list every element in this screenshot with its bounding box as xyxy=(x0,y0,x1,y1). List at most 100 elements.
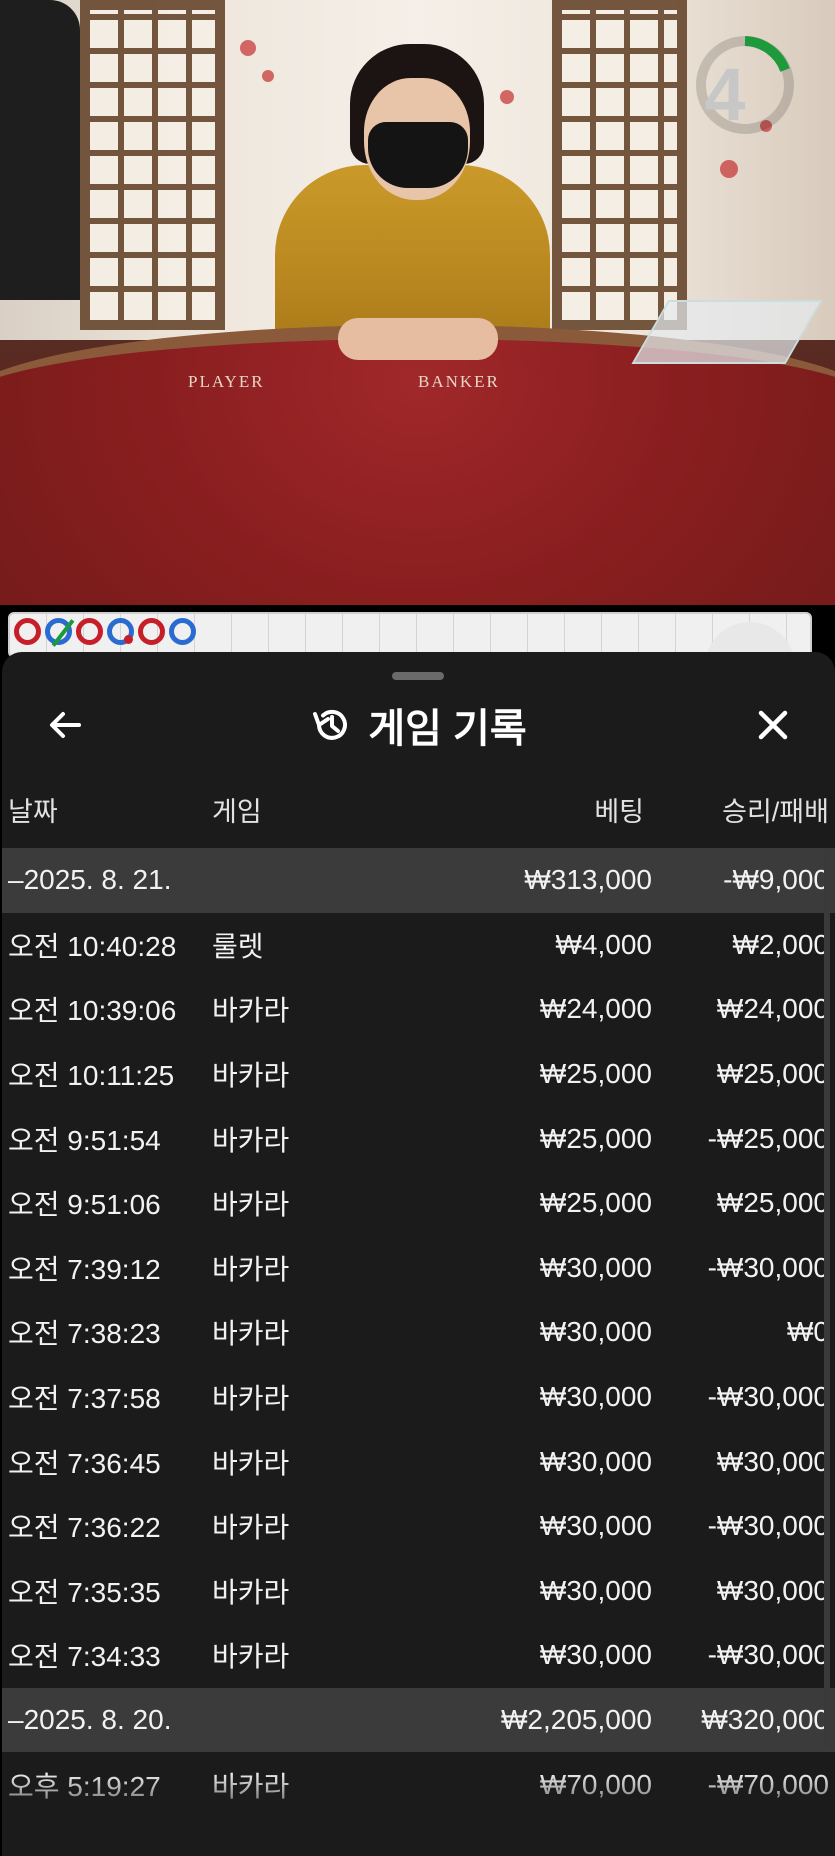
road-result-red xyxy=(138,618,165,645)
cell-date: 오전 7:39:12 xyxy=(8,1253,161,1285)
lattice-screen-left xyxy=(80,0,225,330)
history-row: 오전 7:36:45 바카라 ₩30,000 ₩30,000 xyxy=(2,1429,835,1494)
history-row: 오전 10:11:25 바카라 ₩25,000 ₩25,000 xyxy=(2,1042,835,1107)
game-history-sheet: 게임 기록 날짜 게임 베팅 승리/패배 –2025. 8. 21. ₩313,0… xyxy=(2,652,835,1856)
cell-bet: ₩30,000 xyxy=(539,1510,652,1542)
cell-game: 바카라 xyxy=(212,1318,290,1350)
cell-bet: ₩30,000 xyxy=(539,1316,652,1348)
cell-bet: ₩30,000 xyxy=(539,1639,652,1671)
road-result-red xyxy=(76,618,103,645)
history-scrollbar[interactable] xyxy=(824,848,830,1748)
cell-result: ₩25,000 xyxy=(716,1058,829,1090)
column-header-result: 승리/패배 xyxy=(722,797,829,827)
date-group-row[interactable]: –2025. 8. 21. ₩313,000 -₩9,000 xyxy=(2,848,835,913)
cell-result: ₩24,000 xyxy=(716,993,829,1025)
countdown-timer: 4 xyxy=(704,53,746,136)
cell-bet: ₩25,000 xyxy=(539,1122,652,1154)
cell-bet: ₩4,000 xyxy=(555,928,653,960)
cell-game: 바카라 xyxy=(212,1770,290,1802)
close-icon xyxy=(758,710,788,740)
cell-bet: ₩25,000 xyxy=(539,1187,652,1219)
history-table-body: –2025. 8. 21. ₩313,000 -₩9,000 오전 10:40:28 룰… xyxy=(2,848,835,1817)
road-result-blue xyxy=(169,618,196,645)
history-row: 오전 9:51:54 바카라 ₩25,000 -₩25,000 xyxy=(2,1106,835,1171)
cell-game: 바카라 xyxy=(212,1383,290,1415)
cell-result: -₩30,000 xyxy=(707,1639,829,1671)
blossom-decoration xyxy=(262,70,274,82)
history-row: 오전 7:37:58 바카라 ₩30,000 -₩30,000 xyxy=(2,1365,835,1430)
cell-result: -₩70,000 xyxy=(707,1768,829,1800)
dealer-mask xyxy=(368,122,468,188)
cell-bet: ₩2,205,000 xyxy=(501,1704,652,1736)
cell-bet: ₩25,000 xyxy=(539,1058,652,1090)
cell-bet: ₩313,000 xyxy=(524,864,652,896)
cell-date: 오후 5:19:27 xyxy=(8,1770,161,1802)
cell-bet: ₩30,000 xyxy=(539,1381,652,1413)
sheet-title: 게임 기록 xyxy=(368,707,527,751)
column-header-bet: 베팅 xyxy=(594,797,644,827)
history-table-header: 날짜 게임 베팅 승리/패배 xyxy=(2,790,835,830)
cell-result: ₩25,000 xyxy=(716,1187,829,1219)
cell-bet: ₩24,000 xyxy=(539,993,652,1025)
felt-label-player: PLAYER xyxy=(188,372,265,391)
history-row: 오전 7:34:33 바카라 ₩30,000 -₩30,000 xyxy=(2,1623,835,1688)
cell-date: 오전 9:51:54 xyxy=(8,1124,161,1156)
blossom-decoration xyxy=(720,160,738,178)
cell-result: ₩320,000 xyxy=(701,1704,829,1736)
blossom-decoration xyxy=(240,40,256,56)
bead-road-results xyxy=(14,618,196,645)
cell-result: -₩30,000 xyxy=(707,1510,829,1542)
cell-game: 바카라 xyxy=(212,1512,290,1544)
road-result-red xyxy=(14,618,41,645)
cell-result: -₩30,000 xyxy=(707,1381,829,1413)
cell-date: –2025. 8. 21. xyxy=(8,864,172,896)
cell-date: 오전 7:36:45 xyxy=(8,1447,161,1479)
sheet-header: 게임 기록 xyxy=(2,700,835,751)
lattice-screen-right xyxy=(552,0,687,330)
cell-game: 바카라 xyxy=(212,1060,290,1092)
live-dealer-video[interactable]: PLAYER BANKER 4 xyxy=(0,0,835,605)
cell-date: 오전 7:37:58 xyxy=(8,1383,161,1415)
staff-person xyxy=(0,0,80,300)
road-result-blue-pair xyxy=(107,618,134,645)
cell-date: 오전 10:39:06 xyxy=(8,995,177,1027)
cell-date: –2025. 8. 20. xyxy=(8,1704,172,1736)
history-row: 오전 10:40:28 룰렛 ₩4,000 ₩2,000 xyxy=(2,913,835,978)
cell-result: ₩30,000 xyxy=(716,1574,829,1606)
cell-game: 룰렛 xyxy=(212,930,264,962)
cell-game: 바카라 xyxy=(212,1641,290,1673)
cell-bet: ₩30,000 xyxy=(539,1445,652,1477)
cell-date: 오전 10:40:28 xyxy=(8,930,177,962)
cell-result: -₩25,000 xyxy=(707,1122,829,1154)
history-row: 오전 7:38:23 바카라 ₩30,000 ₩0 xyxy=(2,1300,835,1365)
cell-date: 오전 7:38:23 xyxy=(8,1318,161,1350)
dealer-hands xyxy=(338,318,498,360)
cell-result: ₩2,000 xyxy=(732,928,830,960)
cell-game: 바카라 xyxy=(212,1576,290,1608)
history-row: 오전 10:39:06 바카라 ₩24,000 ₩24,000 xyxy=(2,977,835,1042)
cell-bet: ₩70,000 xyxy=(539,1768,652,1800)
cell-game: 바카라 xyxy=(212,1124,290,1156)
close-button[interactable] xyxy=(748,700,798,750)
blossom-decoration xyxy=(500,90,514,104)
date-group-row[interactable]: –2025. 8. 20. ₩2,205,000 ₩320,000 xyxy=(2,1687,835,1753)
cell-bet: ₩30,000 xyxy=(539,1251,652,1283)
road-result-blue-tie xyxy=(45,618,72,645)
history-row: 오전 7:39:12 바카라 ₩30,000 -₩30,000 xyxy=(2,1236,835,1301)
cell-game: 바카라 xyxy=(212,1447,290,1479)
cell-result: -₩9,000 xyxy=(723,864,829,896)
cell-date: 오전 10:11:25 xyxy=(8,1060,175,1092)
history-icon xyxy=(313,709,348,740)
history-row: 오전 9:51:06 바카라 ₩25,000 ₩25,000 xyxy=(2,1171,835,1236)
cell-date: 오전 7:35:35 xyxy=(8,1576,161,1608)
cell-game: 바카라 xyxy=(212,1189,290,1221)
cell-game: 바카라 xyxy=(212,1253,290,1285)
column-header-game: 게임 xyxy=(212,797,262,827)
cell-result: ₩0 xyxy=(787,1316,829,1348)
cell-date: 오전 7:36:22 xyxy=(8,1512,161,1544)
cell-result: -₩30,000 xyxy=(707,1251,829,1283)
history-row: 오전 7:36:22 바카라 ₩30,000 -₩30,000 xyxy=(2,1494,835,1559)
cell-date: 오전 9:51:06 xyxy=(8,1189,161,1221)
cell-bet: ₩30,000 xyxy=(539,1574,652,1606)
sheet-drag-handle[interactable] xyxy=(392,672,444,680)
